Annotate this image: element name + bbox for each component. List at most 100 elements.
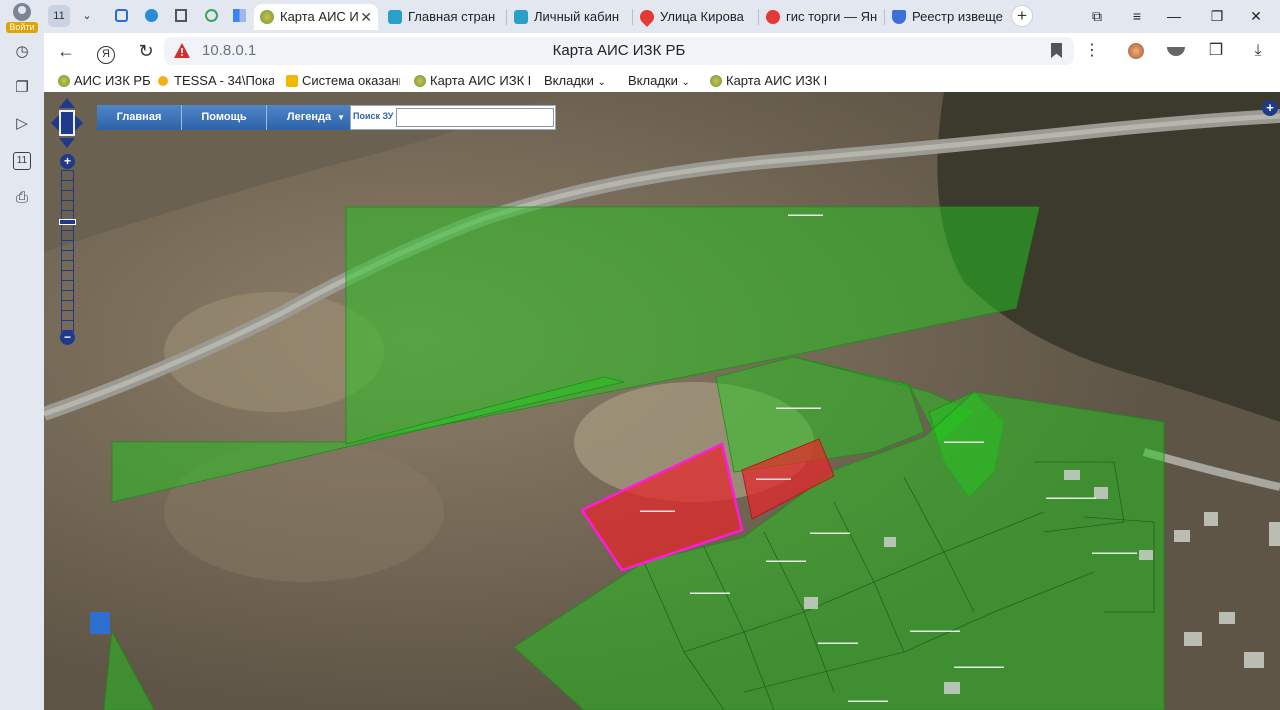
collections-icon[interactable]: ❐: [10, 76, 34, 100]
bookmark-label: Карта АИС ИЗК Р: [726, 73, 826, 88]
screenshot-icon[interactable]: ⎙: [10, 186, 34, 210]
bookmark-folder-tabs[interactable]: Вкладки ⌄: [544, 72, 614, 90]
zoom-out-button[interactable]: −: [60, 330, 75, 345]
tab-label: гис торги — Ян: [786, 9, 878, 24]
folder-icon: [286, 75, 298, 87]
page-title: Карта АИС ИЗК РБ: [552, 42, 686, 59]
bookmarks-bar: АИС ИЗК РБ TESSA - 34\Показ Система оказ…: [44, 70, 1280, 92]
tab-separator: [632, 9, 633, 25]
globe-icon: [710, 75, 722, 87]
tab-kirova-street[interactable]: Улица Кирова: [634, 4, 758, 30]
menu-help-button[interactable]: Помощь: [182, 105, 267, 130]
caret-down-icon: ▼: [337, 113, 345, 122]
bookmark-ais-izk[interactable]: АИС ИЗК РБ: [56, 72, 152, 90]
bookmark-label: TESSA - 34\Показ: [174, 73, 274, 88]
chevron-down-icon[interactable]: ⌄: [76, 5, 98, 27]
collections-icon[interactable]: ❒: [1204, 39, 1228, 63]
extension-icon[interactable]: [1124, 39, 1148, 63]
pan-down-icon[interactable]: [59, 138, 75, 148]
bookmark-map-ais[interactable]: Карта АИС ИЗК Р: [412, 72, 530, 90]
tab-personal-account[interactable]: Личный кабин: [508, 4, 632, 30]
tab-label: Улица Кирова: [660, 9, 744, 24]
menu-legend-button[interactable]: Легенда ▼: [267, 105, 352, 130]
gosuslugi-icon: [388, 10, 402, 24]
zoom-in-button[interactable]: +: [60, 154, 75, 169]
parcel-label: ▬▬▬▬▬▬▬▬▬▬: [954, 664, 1004, 670]
parcel-label: ▬▬▬▬▬▬▬▬: [944, 439, 984, 445]
bookmark-label: АИС ИЗК РБ: [74, 73, 151, 88]
profile-button[interactable]: Войти: [6, 3, 38, 33]
yandex-home-icon[interactable]: Я: [94, 39, 118, 64]
search-label: Поиск ЗУ: [353, 111, 394, 121]
parcel-label: ▬▬▬▬▬▬▬▬: [766, 558, 806, 564]
browser-toolbar: ← Я ↻ 10.8.0.1 Карта АИС ИЗК РБ ⋮ ❒ ⤓: [44, 33, 1280, 70]
page-icon[interactable]: [170, 5, 192, 27]
pan-up-icon[interactable]: [59, 98, 75, 108]
tab-main-page[interactable]: Главная стран: [382, 4, 502, 30]
grid-app-icon[interactable]: [228, 5, 250, 27]
parcel-label: ▬▬▬▬▬▬▬▬: [818, 640, 858, 646]
restore-icon[interactable]: ❐: [1205, 5, 1229, 27]
blue-roof-building: [90, 612, 110, 634]
tabs-count-badge[interactable]: 11: [13, 152, 31, 170]
bookmark-system[interactable]: Система оказани: [284, 72, 400, 90]
parcel-label: ▬▬▬▬▬▬▬▬▬: [1092, 550, 1137, 556]
back-icon[interactable]: ←: [54, 39, 78, 63]
tab-group-counter[interactable]: 11: [48, 5, 70, 27]
address-bar[interactable]: 10.8.0.1 Карта АИС ИЗК РБ: [164, 37, 1074, 65]
avatar-icon: [13, 3, 31, 21]
parcel-label: ▬▬▬▬▬▬▬▬: [848, 698, 888, 704]
satellite-map-layer[interactable]: [44, 92, 1280, 710]
reload-icon[interactable]: ↻: [134, 39, 158, 63]
browser-sidebar: Войти ◷ ❐ ▷ 11 ⎙: [0, 0, 44, 710]
layer-switcher-button[interactable]: +: [1262, 100, 1278, 116]
tab-separator: [884, 9, 885, 25]
app-icon[interactable]: [140, 5, 162, 27]
bookmark-label: Система оказани: [302, 73, 400, 88]
close-window-icon[interactable]: ✕: [1244, 5, 1268, 27]
parcel-label: ▬▬▬▬▬▬▬▬▬▬: [910, 628, 960, 634]
legend-label: Легенда: [286, 111, 332, 123]
play-icon[interactable]: ▷: [10, 112, 34, 136]
bookmark-label: Вкладки: [628, 73, 678, 88]
more-options-icon[interactable]: ⋮: [1080, 39, 1104, 63]
bookmark-map-ais-2[interactable]: Карта АИС ИЗК Р: [708, 72, 826, 90]
tab-map-ais[interactable]: Карта АИС И ✕: [254, 4, 378, 30]
globe-icon: [260, 10, 274, 24]
bookmark-tessa[interactable]: TESSA - 34\Показ: [156, 72, 274, 90]
close-icon[interactable]: ✕: [360, 4, 372, 30]
tab-registry[interactable]: Реестр извеще: [886, 4, 1008, 30]
zoom-slider-handle[interactable]: [59, 219, 76, 225]
tab-label: Главная стран: [408, 9, 496, 24]
tab-label: Карта АИС И: [280, 9, 359, 24]
tab-gis-torgi[interactable]: гис торги — Ян: [760, 4, 884, 30]
chevron-down-icon: ⌄: [597, 77, 606, 88]
tab-strip: 11 ⌄ Карта АИС И ✕ Главная стран Личный …: [44, 0, 1280, 33]
chevron-down-icon: ⌄: [681, 77, 690, 88]
parcel-label: ▬▬▬▬▬▬▬▬: [690, 590, 730, 596]
download-icon[interactable]: ⤓: [1246, 39, 1270, 63]
tab-label: Личный кабин: [534, 9, 620, 24]
yandex-icon: [766, 10, 780, 24]
menu-icon[interactable]: ≡: [1125, 5, 1149, 27]
bookmark-folder-tabs-2[interactable]: Вкладки ⌄: [628, 72, 698, 90]
menu-home-button[interactable]: Главная: [97, 105, 182, 130]
parcel-search-input[interactable]: [396, 108, 554, 127]
new-tab-button[interactable]: +: [1011, 5, 1033, 27]
pan-control: [51, 98, 83, 148]
tab-label: Реестр извеще: [912, 9, 1003, 24]
bookmark-label: Вкладки: [544, 73, 594, 88]
history-icon[interactable]: ◷: [10, 40, 34, 64]
parcel-label: ▬▬▬▬▬▬▬▬▬▬: [1046, 495, 1096, 501]
minimize-icon[interactable]: —: [1162, 5, 1186, 27]
zoom-slider-track[interactable]: [61, 170, 74, 333]
mail-icon[interactable]: [110, 5, 132, 27]
gov-icon[interactable]: [200, 5, 222, 27]
map-viewport[interactable]: ▬▬▬▬▬▬▬ ▬▬▬▬▬▬▬▬▬ ▬▬▬▬▬▬▬▬ ▬▬▬▬▬▬▬ ▬▬▬▬▬…: [44, 92, 1280, 710]
gosuslugi-icon: [514, 10, 528, 24]
bookmarks-manager-icon[interactable]: ⧉: [1085, 5, 1109, 27]
parcel-label: ▬▬▬▬▬▬▬▬: [810, 530, 850, 536]
globe-icon: [58, 75, 70, 87]
login-label: Войти: [6, 22, 38, 33]
extension-icon-2[interactable]: [1164, 39, 1188, 63]
